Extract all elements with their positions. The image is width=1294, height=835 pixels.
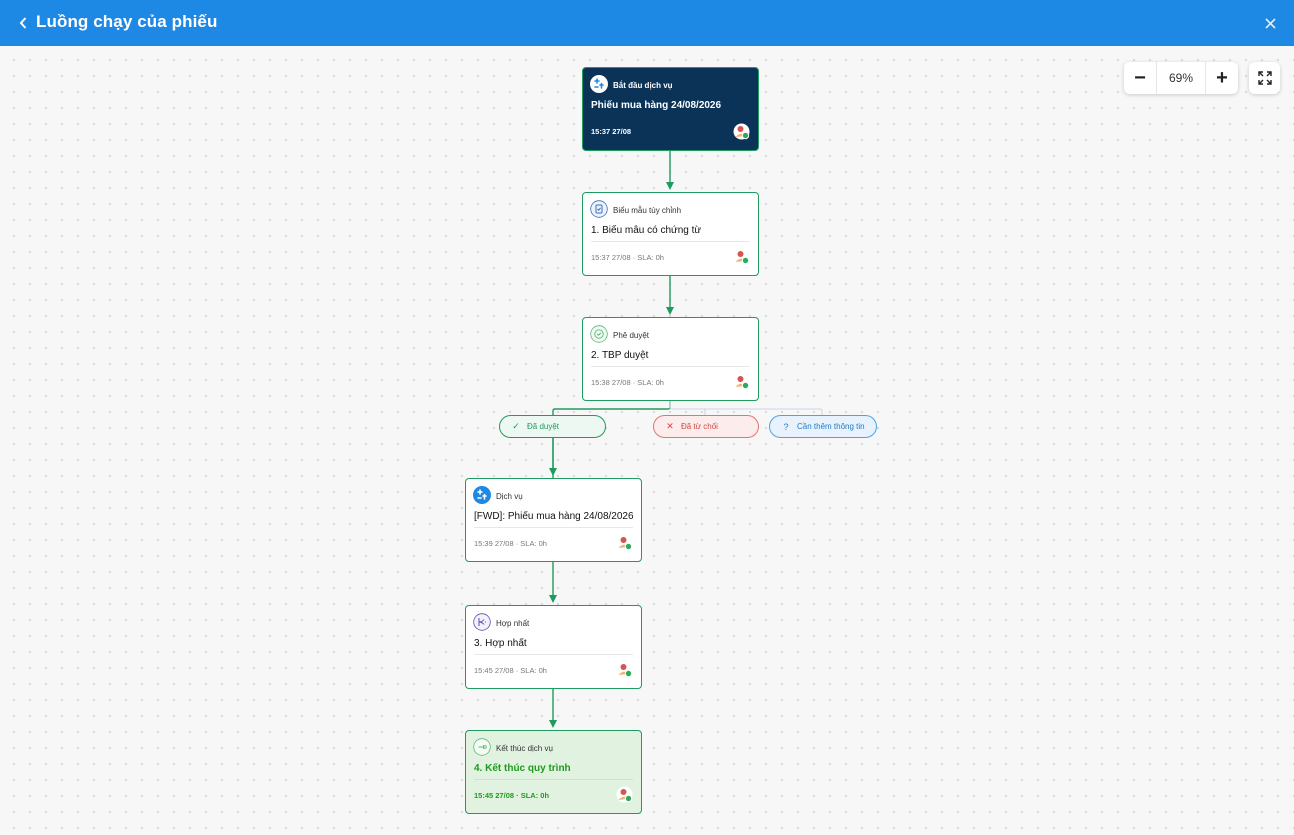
flow-node-merge[interactable]: Hợp nhất 3. Hợp nhất 15:45 27/08 · SLA: … (465, 605, 642, 689)
node-type-label: Dịch vụ (496, 492, 523, 501)
approval-check-icon (590, 325, 608, 343)
edge-approval-to-info (669, 401, 823, 415)
edge-approval-to-approved (552, 401, 671, 415)
form-icon (590, 200, 608, 218)
node-meta: 15:45 27/08 · SLA: 0h (474, 666, 547, 675)
user-avatar-icon (616, 786, 633, 803)
branch-label: Cần thêm thông tin (797, 422, 865, 431)
edge-approval-to-rejected (669, 401, 706, 415)
node-name: 2. TBP duyệt (591, 350, 649, 361)
close-icon (1264, 17, 1276, 29)
flow-edges (549, 150, 823, 728)
user-avatar-icon (618, 537, 633, 551)
user-avatar-icon (735, 376, 750, 390)
branch-label: Đã từ chối (681, 422, 718, 431)
end-service-icon (473, 738, 491, 756)
node-divider (474, 779, 633, 780)
node-divider (474, 527, 633, 528)
node-meta: 15:45 27/08 · SLA: 0h (474, 791, 550, 800)
service-icon (473, 486, 491, 504)
branch-label: Đã duyệt (527, 422, 560, 431)
node-type-label: Phê duyệt (613, 331, 650, 340)
node-name: [FWD]: Phiếu mua hàng 24/08/2026 (474, 511, 633, 522)
node-type-label: Hợp nhất (496, 619, 530, 628)
node-type-label: Bắt đầu dịch vụ (613, 81, 673, 90)
flow-node-service[interactable]: Dịch vụ [FWD]: Phiếu mua hàng 24/08/2026… (465, 478, 642, 562)
page-title: Luồng chạy của phiếu (36, 12, 218, 31)
fit-to-screen-button[interactable] (1249, 62, 1280, 94)
node-name: 3. Hợp nhất (474, 638, 527, 649)
chevron-left-icon (19, 17, 27, 29)
branch-need-more-info[interactable]: ? Cần thêm thông tin (769, 415, 877, 438)
node-meta: 15:39 27/08 · SLA: 0h (474, 539, 547, 548)
node-name: 1. Biểu mẫu có chứng từ (591, 225, 702, 236)
node-meta: 15:37 27/08 (591, 127, 632, 136)
node-divider (591, 366, 750, 367)
user-avatar-icon (733, 123, 750, 140)
question-icon: ? (783, 421, 789, 432)
zoom-out-button[interactable]: − (1124, 62, 1156, 94)
merge-icon (473, 613, 491, 631)
flow-node-custom-form[interactable]: Biểu mẫu tùy chỉnh 1. Biểu mẫu có chứng … (582, 192, 759, 276)
app-header: Luồng chạy của phiếu (0, 0, 1294, 46)
close-button[interactable] (1262, 13, 1278, 33)
node-type-label: Biểu mẫu tùy chỉnh (613, 206, 682, 215)
back-button[interactable] (16, 13, 30, 33)
node-name: 4. Kết thúc quy trình (474, 763, 571, 774)
node-divider (474, 654, 633, 655)
node-meta: 15:37 27/08 · SLA: 0h (591, 253, 664, 262)
node-meta: 15:38 27/08 · SLA: 0h (591, 378, 664, 387)
node-divider (591, 241, 750, 242)
zoom-controls: − 69% + (1124, 62, 1238, 94)
branch-approved[interactable]: ✓ Đã duyệt (499, 415, 606, 438)
flow-node-start[interactable]: Bắt đầu dịch vụ Phiếu mua hàng 24/08/202… (582, 67, 759, 151)
flow-node-end[interactable]: Kết thúc dịch vụ 4. Kết thúc quy trình 1… (465, 730, 642, 814)
service-icon (590, 75, 608, 93)
expand-icon (1257, 71, 1272, 85)
node-name: Phiếu mua hàng 24/08/2026 (591, 100, 722, 111)
flow-node-approval[interactable]: Phê duyệt 2. TBP duyệt 15:38 27/08 · SLA… (582, 317, 759, 401)
zoom-in-button[interactable]: + (1206, 62, 1238, 94)
user-avatar-icon (618, 664, 633, 678)
x-icon: ✕ (666, 421, 674, 431)
branch-rejected[interactable]: ✕ Đã từ chối (653, 415, 759, 438)
zoom-level: 69% (1156, 62, 1206, 94)
node-type-label: Kết thúc dịch vụ (496, 744, 553, 753)
user-avatar-icon (735, 251, 750, 265)
flow-canvas[interactable]: Bắt đầu dịch vụ Phiếu mua hàng 24/08/202… (0, 46, 1294, 835)
check-icon: ✓ (512, 421, 520, 431)
